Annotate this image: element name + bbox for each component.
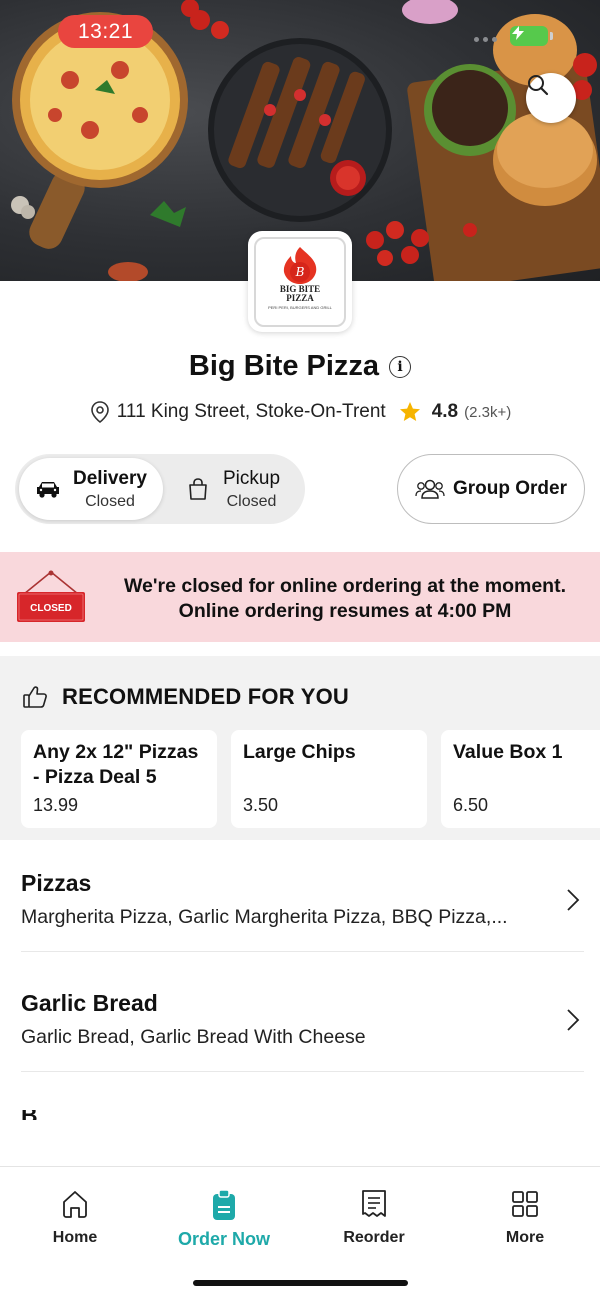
store-address-row: 111 King Street, Stoke-On-Trent 4.8 (2.3…: [0, 400, 600, 424]
closed-banner: CLOSED We're closed for online ordering …: [0, 552, 600, 642]
search-icon: [528, 75, 549, 96]
nav-home[interactable]: Home: [15, 1189, 135, 1247]
store-address: 111 King Street, Stoke-On-Trent: [116, 401, 386, 422]
category-items: Margherita Pizza, Garlic Margherita Pizz…: [21, 906, 508, 928]
category-items: Garlic Bread, Garlic Bread With Cheese: [21, 1026, 366, 1048]
shopping-bag-icon: [189, 478, 207, 500]
car-icon: [37, 482, 59, 498]
logo-wordmark-line2: PIZZA: [286, 292, 314, 303]
order-now-icon: [213, 1189, 235, 1220]
recommended-list: Any 2x 12" Pizzas - Pizza Deal 5 13.99 L…: [21, 730, 600, 828]
battery-charging-icon: [510, 26, 553, 46]
group-order-label: Group Order: [452, 478, 567, 499]
recommended-item-name: Any 2x 12" Pizzas - Pizza Deal 5: [33, 741, 199, 788]
svg-text:CLOSED: CLOSED: [30, 603, 72, 614]
pickup-status: Closed: [226, 492, 277, 510]
rating-count: (2.3k+): [464, 403, 512, 421]
bottom-nav: Home Order Now Reorder More: [0, 1166, 600, 1298]
recommended-item[interactable]: Value Box 1 6.50: [441, 730, 600, 828]
home-indicator[interactable]: [193, 1280, 408, 1286]
category-row-garlic-bread[interactable]: Garlic Bread Garlic Bread, Garlic Bread …: [21, 960, 584, 1072]
recommended-item[interactable]: Large Chips 3.50: [231, 730, 427, 828]
recommended-item-price: 6.50: [453, 795, 489, 815]
category-title: Garlic Bread: [21, 990, 158, 1016]
nav-home-label: Home: [52, 1229, 98, 1246]
nav-reorder-label: Reorder: [343, 1229, 405, 1246]
star-icon: [399, 402, 420, 421]
recommended-heading: RECOMMENDED FOR YOU: [62, 684, 349, 709]
delivery-label: Delivery: [73, 467, 147, 489]
svg-text:B: B: [295, 265, 305, 279]
closed-sign-icon: CLOSED: [17, 570, 85, 622]
pickup-label: Pickup: [223, 467, 281, 489]
store-logo: B BIG BITE PIZZA PERI PERI, BURGERS AND …: [248, 231, 352, 332]
recommended-item-name: Large Chips: [243, 741, 356, 763]
signal-icon: [474, 37, 497, 42]
pickup-option[interactable]: Pickup Closed: [185, 458, 305, 520]
search-button[interactable]: [526, 73, 576, 123]
chevron-right-icon: [567, 889, 580, 911]
receipt-icon: [362, 1190, 386, 1217]
order-mode-toggle: Delivery Closed Pickup Closed: [15, 454, 305, 524]
recommended-item-price: 13.99: [33, 795, 79, 815]
location-pin-icon: [90, 401, 109, 424]
thumbs-up-icon: [23, 686, 47, 708]
reopen-message: Online ordering resumes at 4:00 PM: [178, 600, 512, 622]
store-rating: 4.8: [431, 401, 459, 422]
logo-tagline: PERI PERI, BURGERS AND GRILL: [268, 304, 332, 310]
recommended-section: RECOMMENDED FOR YOU Any 2x 12" Pizzas - …: [0, 656, 600, 840]
flame-logo-icon: B: [283, 246, 317, 284]
home-icon: [63, 1191, 87, 1218]
chevron-right-icon: [567, 1009, 580, 1031]
group-people-icon: [415, 479, 445, 499]
recommended-item-price: 3.50: [243, 795, 279, 815]
nav-order-now-label: Order Now: [177, 1229, 270, 1249]
closed-message: We're closed for online ordering at the …: [123, 575, 566, 597]
category-row-partial[interactable]: B: [21, 1110, 51, 1120]
nav-more-label: More: [505, 1229, 545, 1246]
recommended-item[interactable]: Any 2x 12" Pizzas - Pizza Deal 5 13.99: [21, 730, 217, 828]
info-icon[interactable]: i: [389, 355, 412, 378]
store-name: Big Bite Pizza: [188, 350, 380, 382]
status-time: 13:21: [58, 15, 153, 48]
nav-more[interactable]: More: [465, 1189, 585, 1247]
group-order-button[interactable]: Group Order: [397, 454, 585, 524]
recommended-item-name: Value Box 1: [453, 741, 563, 763]
grid-icon: [512, 1191, 538, 1217]
nav-order-now[interactable]: Order Now: [164, 1189, 284, 1250]
category-title: B: [21, 1110, 51, 1120]
nav-reorder[interactable]: Reorder: [314, 1189, 434, 1247]
store-title-row: Big Bite Pizza i: [0, 350, 600, 383]
delivery-status: Closed: [85, 492, 135, 510]
category-title: Pizzas: [21, 870, 92, 896]
category-row-pizzas[interactable]: Pizzas Margherita Pizza, Garlic Margheri…: [21, 840, 584, 952]
delivery-option[interactable]: Delivery Closed: [19, 458, 163, 520]
